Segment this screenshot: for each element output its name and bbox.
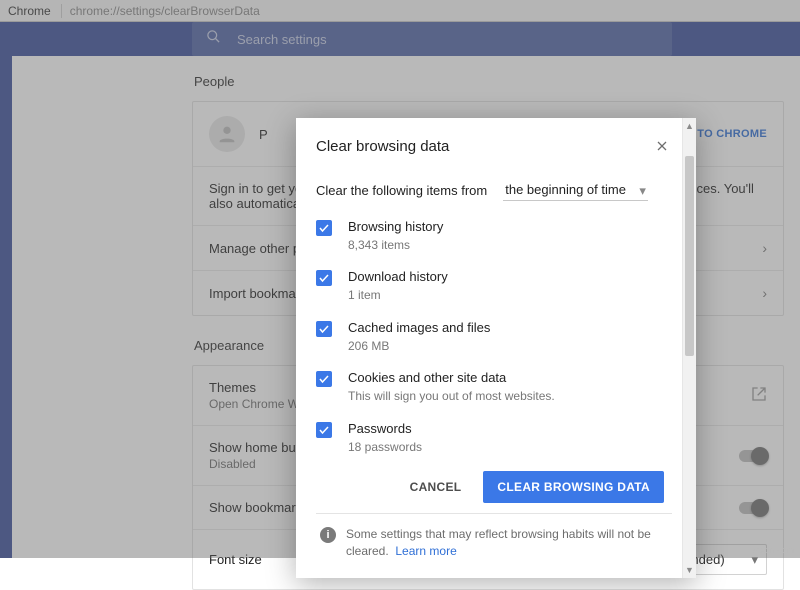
info-icon: i: [320, 527, 336, 543]
scroll-up-icon[interactable]: ▲: [683, 121, 696, 131]
dialog-title: Clear browsing data: [316, 138, 449, 155]
option-desc: This will sign you out of most websites.: [348, 389, 555, 405]
checkbox-checked-icon[interactable]: [316, 321, 332, 337]
option-label: Browsing history: [348, 219, 443, 236]
option-desc: 8,343 items: [348, 238, 443, 254]
watermark: wsxdn.com: [749, 545, 794, 555]
option-desc: 206 MB: [348, 339, 490, 355]
scroll-thumb[interactable]: [685, 156, 694, 356]
chevron-down-icon: ▾: [639, 183, 646, 199]
time-range-value: the beginning of time: [505, 182, 626, 197]
option-desc: 1 item: [348, 288, 448, 304]
close-button[interactable]: [652, 139, 672, 155]
option-label: Cached images and files: [348, 320, 490, 337]
clear-option-row[interactable]: Cached images and files 206 MB: [316, 320, 672, 354]
checkbox-checked-icon[interactable]: [316, 270, 332, 286]
checkbox-checked-icon[interactable]: [316, 220, 332, 236]
clear-option-row[interactable]: Download history 1 item: [316, 269, 672, 303]
learn-more-link[interactable]: Learn more: [395, 544, 456, 558]
checkbox-checked-icon[interactable]: [316, 422, 332, 438]
clear-option-row[interactable]: Passwords 18 passwords: [316, 421, 672, 455]
clear-option-row[interactable]: Browsing history 8,343 items: [316, 219, 672, 253]
dialog-scrollbar[interactable]: ▲ ▼: [682, 118, 696, 578]
scroll-down-icon[interactable]: ▼: [683, 565, 696, 575]
cancel-button[interactable]: CANCEL: [396, 471, 476, 503]
option-label: Cookies and other site data: [348, 370, 555, 387]
checkbox-checked-icon[interactable]: [316, 371, 332, 387]
option-desc: 18 passwords: [348, 440, 422, 456]
footer-text: Some settings that may reflect browsing …: [346, 527, 651, 558]
option-label: Download history: [348, 269, 448, 286]
clear-option-row[interactable]: Cookies and other site data This will sig…: [316, 370, 672, 404]
clear-browsing-data-dialog: Clear browsing data Clear the following …: [296, 118, 696, 578]
option-label: Passwords: [348, 421, 422, 438]
clear-from-label: Clear the following items from: [316, 183, 487, 198]
clear-data-button[interactable]: CLEAR BROWSING DATA: [483, 471, 664, 503]
time-range-select[interactable]: the beginning of time ▾: [503, 179, 648, 201]
